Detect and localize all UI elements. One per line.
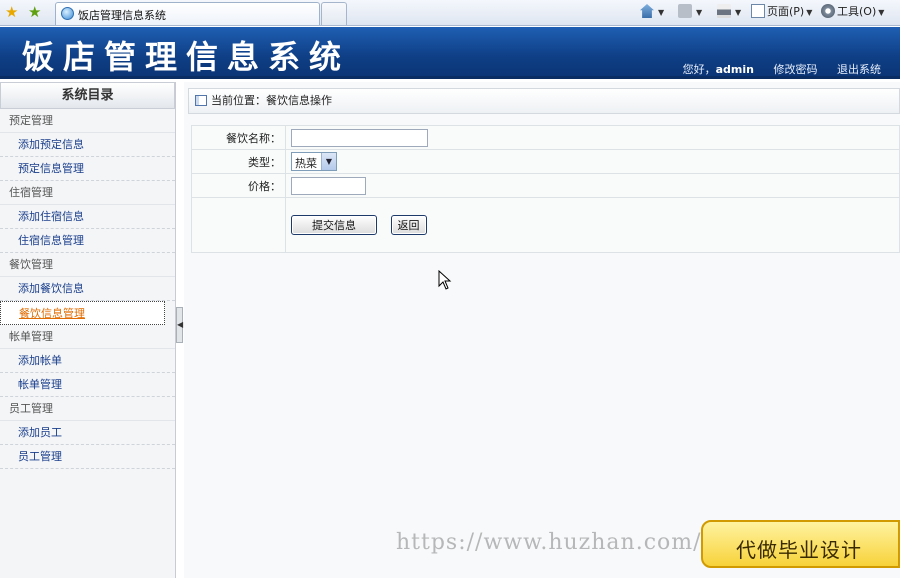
back-button[interactable]: 返回 (390, 215, 427, 235)
feed-icon (678, 4, 692, 18)
name-label: 餐饮名称： (191, 125, 286, 150)
window-icon (195, 95, 207, 106)
sidebar: 系统目录 预定管理 添加预定信息 预定信息管理 住宿管理 添加住宿信息 住宿信息… (0, 82, 176, 578)
home-icon (640, 4, 654, 18)
sidebar-item-manage-bill[interactable]: 帐单管理 (0, 373, 175, 397)
type-select[interactable]: 热菜 ▼ (291, 152, 337, 171)
home-button[interactable]: ▼ (640, 3, 664, 22)
print-icon (717, 4, 731, 18)
change-password-link[interactable]: 修改密码 (774, 63, 818, 76)
browser-tab[interactable]: 饭店管理信息系统 (55, 2, 320, 25)
sidebar-item-add-staff[interactable]: 添加员工 (0, 421, 175, 445)
sidebar-heading: 系统目录 (0, 82, 175, 109)
dining-name-input[interactable] (291, 128, 428, 147)
sidebar-item-add-dining[interactable]: 添加餐饮信息 (0, 277, 175, 301)
sidebar-item-add-reservation[interactable]: 添加预定信息 (0, 133, 175, 157)
sidebar-item-add-lodging[interactable]: 添加住宿信息 (0, 205, 175, 229)
price-label: 价格： (191, 173, 286, 198)
browser-toolbar: ★ ★ 饭店管理信息系统 ▼ ▼ ▼ 页面(P) ▼ 工具(O) ▼ (0, 0, 900, 26)
price-input[interactable] (291, 176, 366, 195)
header-banner: 饭店管理信息系统 您好，admin 修改密码 退出系统 (0, 27, 900, 79)
page-menu[interactable]: 页面(P) ▼ (751, 3, 812, 22)
chevron-down-icon[interactable]: ▼ (321, 153, 336, 170)
tools-menu[interactable]: 工具(O) ▼ (821, 3, 884, 22)
type-select-value: 热菜 (295, 157, 317, 170)
greeting: 您好，admin (682, 63, 754, 76)
menu-group-reservation[interactable]: 预定管理 (0, 109, 175, 133)
menu-group-billing[interactable]: 帐单管理 (0, 325, 175, 349)
logout-link[interactable]: 退出系统 (837, 63, 881, 76)
sidebar-item-manage-reservation[interactable]: 预定信息管理 (0, 157, 175, 181)
sidebar-item-add-bill[interactable]: 添加帐单 (0, 349, 175, 373)
user-links: 您好，admin 修改密码 退出系统 (651, 61, 881, 77)
ad-text: 代做毕业设计 (736, 538, 862, 562)
submit-button[interactable]: 提交信息 (291, 215, 377, 235)
page-icon (751, 4, 765, 18)
sidebar-collapse-handle[interactable]: ◀ (176, 307, 183, 343)
sidebar-item-manage-staff[interactable]: 员工管理 (0, 445, 175, 469)
breadcrumb: 当前位置：餐饮信息操作 (188, 88, 900, 114)
print-button[interactable]: ▼ (717, 3, 741, 22)
button-row-spacer (191, 197, 286, 253)
menu-group-lodging[interactable]: 住宿管理 (0, 181, 175, 205)
gear-icon (821, 4, 835, 18)
breadcrumb-text: 当前位置：餐饮信息操作 (211, 94, 332, 107)
globe-icon (61, 7, 74, 20)
feeds-button[interactable]: ▼ (678, 3, 702, 22)
tab-title: 饭店管理信息系统 (78, 9, 166, 22)
menu-group-staff[interactable]: 员工管理 (0, 397, 175, 421)
type-label: 类型： (191, 149, 286, 174)
dining-form: 餐饮名称： 类型： 热菜 ▼ 价格： 提交信息 返回 (191, 125, 900, 253)
sidebar-item-manage-dining[interactable]: 餐饮信息管理 (0, 301, 165, 325)
main-content: 当前位置：餐饮信息操作 餐饮名称： 类型： 热菜 ▼ 价格： 提交信息 返回 (184, 82, 900, 578)
username: admin (715, 63, 754, 76)
menu-group-dining[interactable]: 餐饮管理 (0, 253, 175, 277)
favorites-star-icon[interactable]: ★ (5, 3, 18, 21)
sidebar-item-manage-lodging[interactable]: 住宿信息管理 (0, 229, 175, 253)
ad-badge[interactable]: 代做毕业设计 (701, 520, 900, 568)
new-tab-button[interactable] (321, 2, 347, 25)
add-favorites-icon[interactable]: ★ (28, 3, 41, 21)
system-title: 饭店管理信息系统 (22, 38, 351, 76)
